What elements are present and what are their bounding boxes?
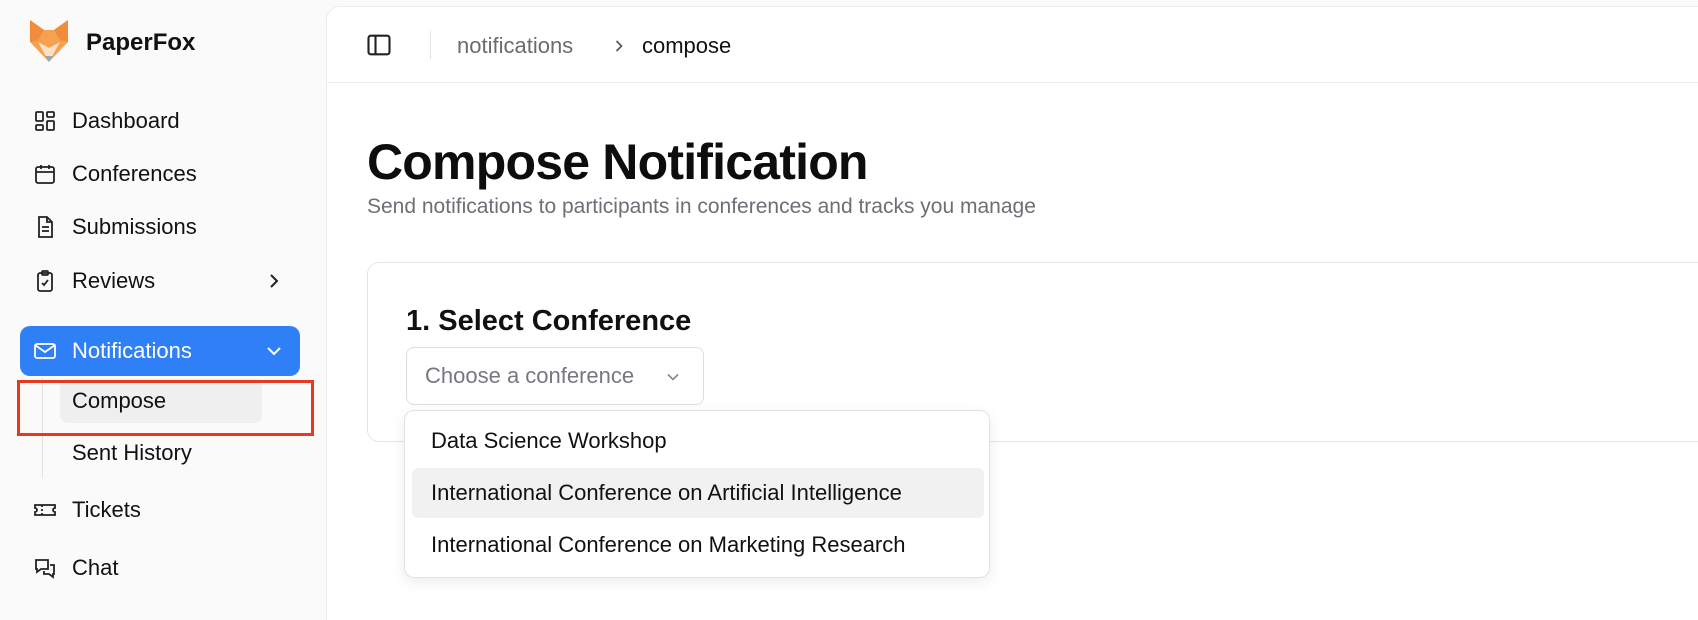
calendar-icon bbox=[32, 161, 58, 187]
highlight-box bbox=[17, 380, 314, 436]
sidebar-item-label: Dashboard bbox=[72, 108, 180, 133]
chevron-down-icon bbox=[262, 339, 286, 363]
sidebar-item-notifications[interactable]: Notifications bbox=[20, 326, 300, 376]
sidebar-item-tickets[interactable]: Tickets bbox=[20, 485, 300, 535]
sidebar-item-reviews[interactable]: Reviews bbox=[20, 256, 300, 306]
chevron-right-icon bbox=[609, 36, 629, 56]
sidebar-item-label: Submissions bbox=[72, 214, 197, 239]
section-title: 1. Select Conference bbox=[406, 305, 692, 337]
sidebar-toggle-icon[interactable] bbox=[365, 31, 393, 59]
brand[interactable]: PaperFox bbox=[28, 18, 196, 69]
sidebar-item-label: Notifications bbox=[72, 338, 192, 363]
dashboard-icon bbox=[32, 108, 58, 134]
select-placeholder: Choose a conference bbox=[425, 363, 635, 388]
sidebar-item-label: Conferences bbox=[72, 161, 197, 186]
chevron-right-icon bbox=[262, 269, 286, 293]
sidebar-subitem-sent-history[interactable]: Sent History bbox=[60, 431, 262, 475]
topbar: notifications compose bbox=[327, 7, 1698, 83]
breadcrumb-parent[interactable]: notifications bbox=[457, 33, 573, 59]
mail-icon bbox=[32, 338, 58, 364]
sidebar-item-label: Reviews bbox=[72, 268, 156, 293]
dropdown-option[interactable]: Data Science Workshop bbox=[412, 416, 984, 466]
sidebar-item-conferences[interactable]: Conferences bbox=[20, 149, 300, 199]
page-title: Compose Notification bbox=[367, 134, 868, 190]
dropdown-option[interactable]: International Conference on Marketing Re… bbox=[412, 520, 984, 570]
brand-name: PaperFox bbox=[86, 29, 196, 56]
sidebar-item-chat[interactable]: Chat bbox=[20, 543, 300, 593]
sidebar-item-label: Tickets bbox=[72, 497, 141, 522]
chat-icon bbox=[32, 555, 58, 581]
breadcrumb-current: compose bbox=[642, 33, 732, 58]
ticket-icon bbox=[32, 497, 58, 523]
clipboard-check-icon bbox=[32, 268, 58, 294]
sidebar: PaperFox Dashboard Conferences Submissio… bbox=[0, 0, 326, 620]
fox-logo-icon bbox=[28, 18, 70, 69]
chevron-down-icon bbox=[663, 367, 683, 387]
document-icon bbox=[32, 214, 58, 240]
conference-select[interactable]: Choose a conference bbox=[406, 347, 704, 405]
dropdown-option[interactable]: International Conference on Artificial I… bbox=[412, 468, 984, 518]
sidebar-item-label: Chat bbox=[72, 555, 119, 580]
sidebar-item-submissions[interactable]: Submissions bbox=[20, 202, 300, 252]
page-subtitle: Send notifications to participants in co… bbox=[367, 195, 1036, 218]
sidebar-subitem-label: Sent History bbox=[72, 440, 192, 465]
sidebar-item-dashboard[interactable]: Dashboard bbox=[20, 96, 300, 146]
conference-dropdown: Data Science Workshop International Conf… bbox=[404, 410, 990, 578]
topbar-divider bbox=[430, 31, 431, 59]
